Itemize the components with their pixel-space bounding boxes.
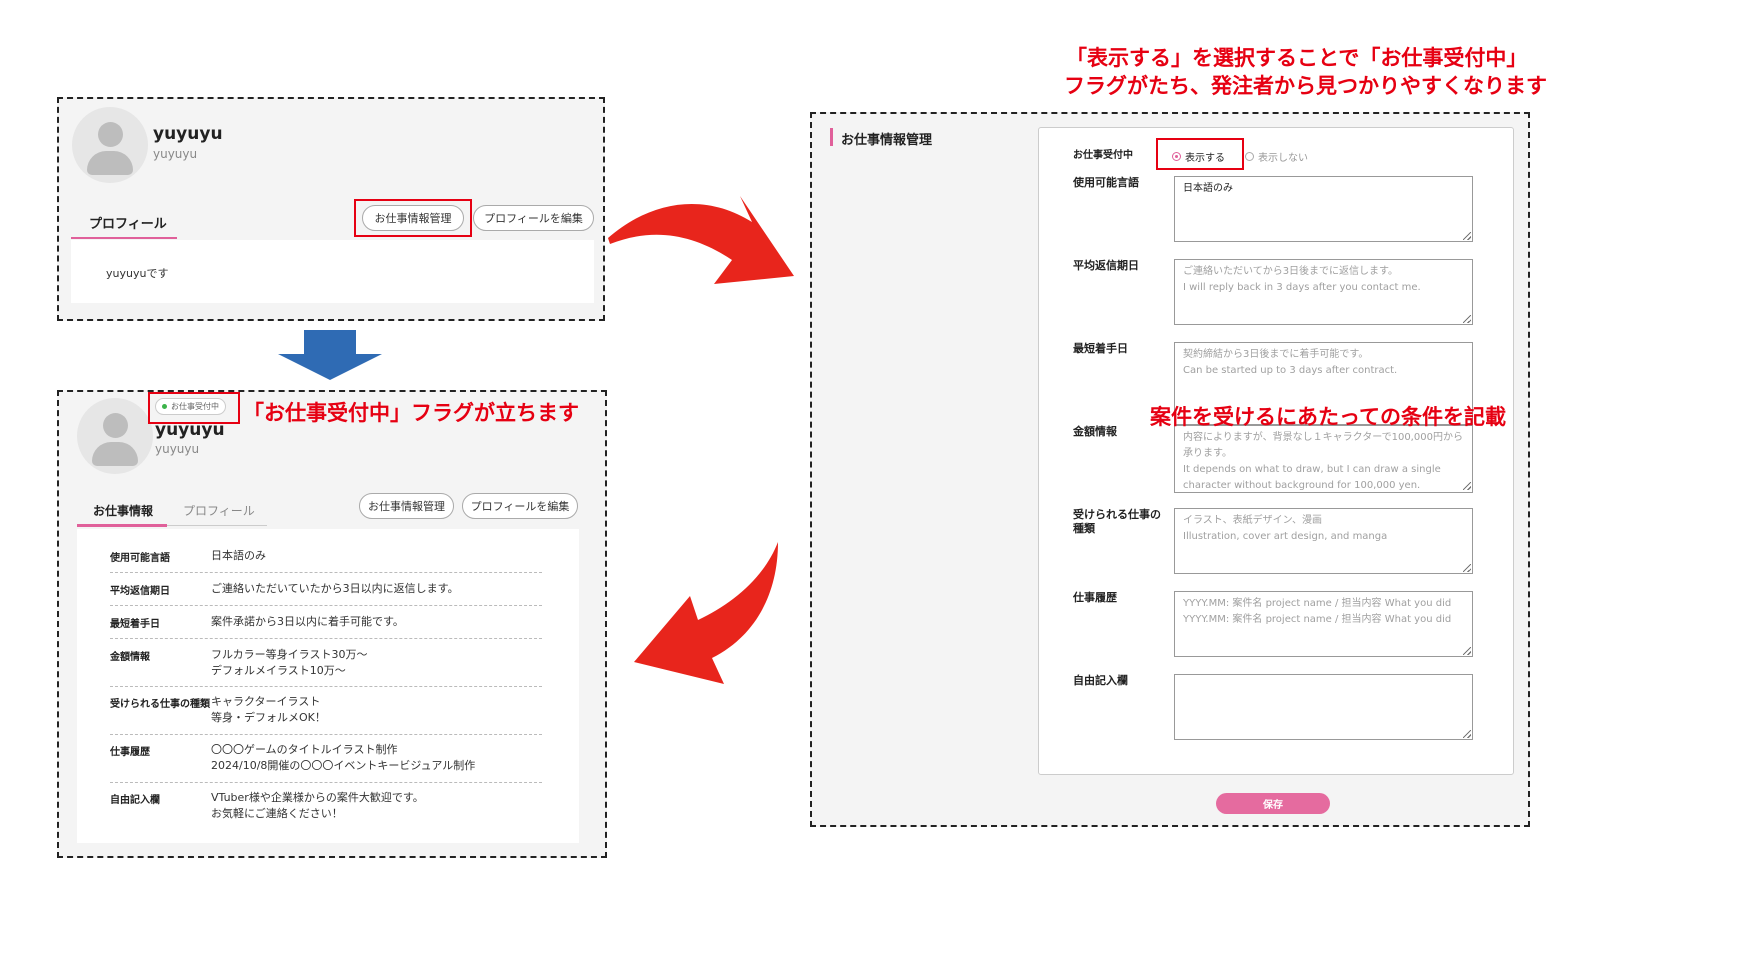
radio-show-label: 表示する — [1185, 153, 1225, 164]
resize-handle-icon[interactable] — [1463, 730, 1471, 738]
section-title-bar — [830, 128, 833, 146]
field-textarea[interactable]: YYYY.MM: 案件名 project name / 担当内容 What yo… — [1174, 591, 1473, 657]
field-label: 金額情報 — [1073, 425, 1117, 438]
resize-handle-icon[interactable] — [1463, 232, 1471, 240]
row-divider — [110, 734, 542, 735]
field-label: 使用可能言語 — [1073, 176, 1139, 189]
resize-handle-icon[interactable] — [1463, 564, 1471, 572]
tab-underline — [71, 237, 177, 239]
radio-hide[interactable]: 表示しない — [1245, 149, 1308, 164]
job-row-label: 自由記入欄 — [110, 795, 160, 806]
job-row-label: 最短着手日 — [110, 619, 160, 630]
row-divider — [110, 638, 542, 639]
field-label: 自由記入欄 — [1073, 674, 1128, 687]
job-row-value: 日本語のみ — [211, 549, 266, 562]
username: yuyuyu — [155, 420, 225, 440]
status-badge: お仕事受付中 — [155, 398, 226, 415]
field-textarea[interactable]: イラスト、表紙デザイン、漫画 Illustration, cover art d… — [1174, 508, 1473, 574]
resize-handle-icon[interactable] — [1463, 315, 1471, 323]
job-row-value: キャラクターイラスト 等身・デフォルメOK！ — [211, 695, 326, 724]
annotation-top-right-line2: フラグがたち、発注者から見つかりやすくなります — [1064, 74, 1547, 98]
accepting-label: お仕事受付中 — [1073, 150, 1133, 161]
field-label: 平均返信期日 — [1073, 259, 1139, 272]
field-label: 仕事履歴 — [1073, 591, 1117, 604]
user-id: yuyuyu — [155, 442, 200, 456]
annotation-top-right-line1: 「表示する」を選択することで「お仕事受付中」 — [1066, 46, 1528, 70]
job-manage-button[interactable]: お仕事情報管理 — [359, 493, 454, 519]
edit-profile-button[interactable]: プロフィールを編集 — [462, 493, 578, 519]
field-textarea[interactable]: 日本語のみ — [1174, 176, 1473, 242]
bio-card: yuyuyuです — [71, 240, 594, 303]
radio-empty-icon — [1245, 152, 1254, 161]
job-manage-button[interactable]: お仕事情報管理 — [362, 205, 464, 231]
save-button[interactable]: 保存 — [1216, 793, 1330, 814]
radio-hide-label: 表示しない — [1258, 153, 1308, 164]
radio-selected-icon — [1172, 152, 1181, 161]
edit-profile-button[interactable]: プロフィールを編集 — [473, 205, 594, 231]
radio-show[interactable]: 表示する — [1172, 149, 1225, 164]
field-label: 最短着手日 — [1073, 342, 1128, 355]
username: yuyuyu — [153, 124, 223, 144]
job-row-value: VTuber様や企業様からの案件大歓迎です。 お気軽にご連絡ください！ — [211, 791, 424, 820]
user-id: yuyuyu — [153, 147, 198, 161]
down-arrow-icon — [278, 330, 382, 380]
job-row-label: 仕事履歴 — [110, 747, 150, 758]
row-divider — [110, 572, 542, 573]
job-row-value: 案件承諾から3日以内に着手可能です。 — [211, 615, 404, 628]
resize-handle-icon[interactable] — [1463, 647, 1471, 655]
section-title: お仕事情報管理 — [841, 133, 933, 148]
resize-handle-icon[interactable] — [1463, 482, 1471, 490]
field-label: 受けられる仕事の種類 — [1073, 508, 1161, 535]
job-row-label: 金額情報 — [110, 652, 150, 663]
badge-label: お仕事受付中 — [171, 402, 219, 411]
field-textarea[interactable]: ご連絡いただいてから3日後までに返信します。 I will reply back… — [1174, 259, 1473, 325]
avatar — [77, 398, 153, 474]
job-row-value: ご連絡いただいていたから3日以内に返信します。 — [211, 582, 459, 595]
job-row-value: 〇〇〇ゲームのタイトルイラスト制作 2024/10/8開催の〇〇〇イベントキービ… — [211, 743, 476, 772]
row-divider — [110, 605, 542, 606]
green-dot-icon — [162, 404, 167, 409]
job-row-label: 受けられる仕事の種類 — [110, 699, 210, 710]
annotation-conditions-note: 案件を受けるにあたっての条件を記載 — [1150, 405, 1506, 429]
tab-profile[interactable]: プロフィール — [183, 502, 255, 519]
job-row-value: フルカラー等身イラスト30万〜 デフォルメイラスト10万〜 — [211, 648, 368, 677]
annotation-flag-note: 「お仕事受付中」フラグが立ちます — [243, 401, 579, 425]
row-divider — [110, 686, 542, 687]
field-textarea[interactable]: 内容によりますが、背景なし１キャラクターで100,000円から承ります。 It … — [1174, 425, 1473, 493]
avatar — [72, 107, 148, 183]
field-textarea[interactable] — [1174, 674, 1473, 740]
curved-arrow-down-left-icon — [634, 542, 778, 684]
row-divider — [110, 782, 542, 783]
profile-before-panel: yuyuyu yuyuyu お仕事情報管理 プロフィールを編集 プロフィール y… — [57, 97, 605, 321]
tab-underline — [77, 524, 167, 527]
curved-arrow-right-icon — [608, 196, 794, 284]
tab-job-info[interactable]: お仕事情報 — [93, 502, 153, 519]
tab-profile[interactable]: プロフィール — [89, 213, 167, 232]
job-row-label: 平均返信期日 — [110, 586, 170, 597]
bio-text: yuyuyuです — [106, 267, 169, 280]
job-row-label: 使用可能言語 — [110, 553, 170, 564]
